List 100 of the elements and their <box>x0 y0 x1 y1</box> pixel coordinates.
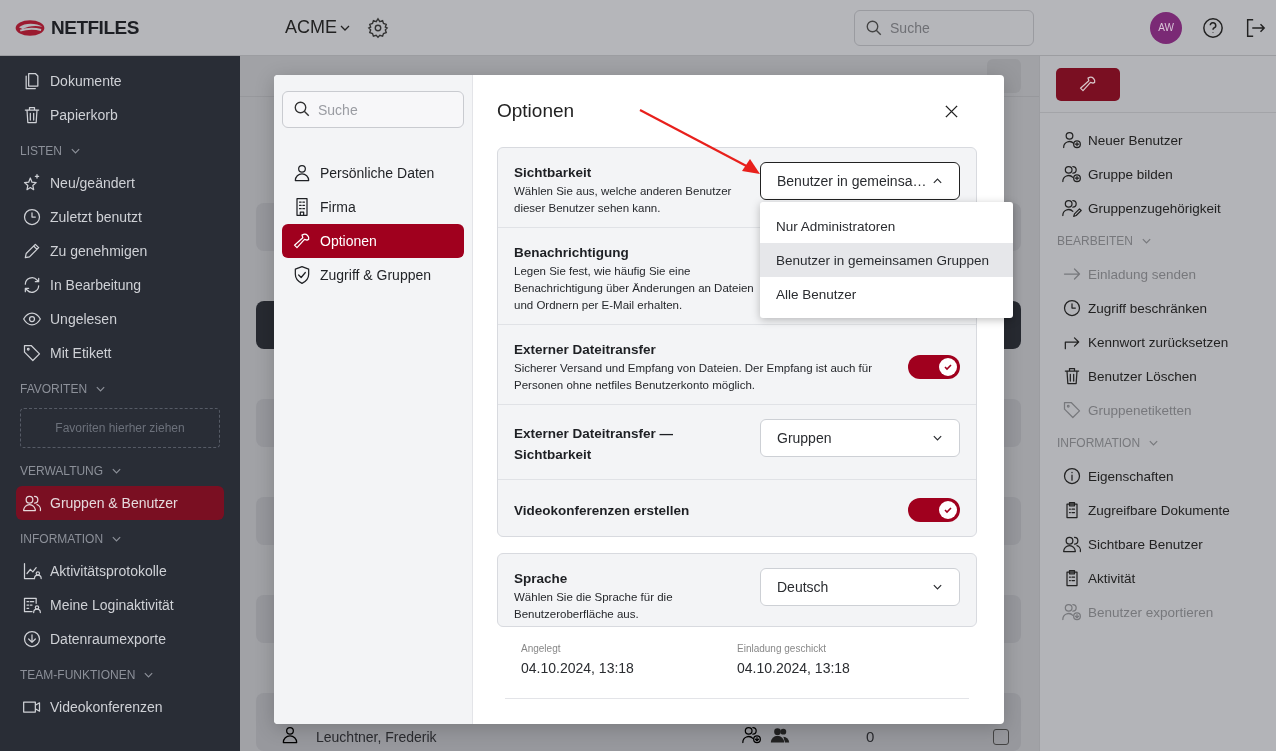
chevron-down-icon <box>932 583 943 591</box>
action-icon <box>1062 298 1082 318</box>
section-heading: FAVORITEN <box>20 382 88 396</box>
logo-icon <box>15 18 45 37</box>
dropdown-option[interactable]: Alle Benutzer <box>760 277 1013 311</box>
favorites-dropzone: Favoriten hierher ziehen <box>20 408 220 448</box>
action-item[interactable]: Zugreifbare Dokumente <box>1062 493 1276 527</box>
row-checkbox[interactable] <box>993 729 1009 745</box>
sidebar-item[interactable]: Videokonferenzen <box>16 690 224 724</box>
chevron-down-icon <box>932 434 943 442</box>
sidebar-icon <box>22 207 42 227</box>
user-avatar[interactable]: AW <box>1150 11 1182 44</box>
user-name: Leuchtner, Frederik <box>316 729 438 745</box>
sidebar-icon <box>22 173 42 193</box>
action-icon <box>1062 130 1082 150</box>
dialog-title: Optionen <box>497 100 575 122</box>
sidebar-icon <box>22 241 42 261</box>
action-icon <box>1062 164 1082 184</box>
row-count: 0 <box>866 728 876 745</box>
sidebar-item[interactable]: In Bearbeitung <box>16 268 224 302</box>
search-field[interactable]: Suche <box>282 91 464 128</box>
setting-description: Wählen Sie die Sprache für die Benutzeroberfläche aus. <box>514 590 674 622</box>
sidebar-icon <box>22 629 42 649</box>
meta-value: 04.10.2024, 13:18 <box>521 660 635 676</box>
meta-value: 04.10.2024, 13:18 <box>737 660 851 676</box>
sidebar-icon <box>22 275 42 295</box>
sidebar-item[interactable]: Papierkorb <box>16 98 224 132</box>
chevron-down-icon <box>70 147 81 155</box>
action-icon <box>1062 602 1082 622</box>
section-heading: LISTEN <box>20 144 62 158</box>
search-icon <box>293 100 311 118</box>
action-item[interactable]: Gruppe bilden <box>1062 157 1276 191</box>
logo-text: NETFILES <box>51 16 139 39</box>
setting-label: Benachrichtigung <box>514 244 630 262</box>
sidebar-item[interactable]: Datenraumexporte <box>16 622 224 656</box>
close-icon[interactable] <box>944 103 959 119</box>
nav-icon <box>292 265 312 285</box>
dialog-nav-item[interactable]: Persönliche Daten <box>282 156 464 190</box>
sidebar-icon <box>22 105 42 125</box>
search-icon <box>865 18 883 37</box>
action-item[interactable]: Benutzer Löschen <box>1062 359 1276 393</box>
section-heading: TEAM-FUNKTIONEN <box>20 668 136 682</box>
chevron-down-icon <box>111 467 123 475</box>
wrench-icon <box>1078 74 1098 94</box>
sidebar-icon <box>22 595 42 615</box>
sidebar-item[interactable]: Ungelesen <box>16 302 224 336</box>
workspace-dropdown[interactable]: ACME <box>285 17 351 38</box>
chevron-down-icon <box>95 385 107 393</box>
toggle-switch[interactable] <box>908 498 960 522</box>
sidebar-item[interactable]: Meine Loginaktivität <box>16 588 224 622</box>
action-item[interactable]: Neuer Benutzer <box>1062 123 1276 157</box>
action-item[interactable]: Gruppenzugehörigkeit <box>1062 191 1276 225</box>
chevron-down-icon <box>1141 237 1153 245</box>
help-icon[interactable] <box>1202 16 1224 39</box>
action-item[interactable]: Zugriff beschränken <box>1062 291 1276 325</box>
sidebar-item[interactable]: Neu/geändert <box>16 166 224 200</box>
section-heading: BEARBEITEN <box>1057 234 1134 248</box>
toggle-switch[interactable] <box>908 354 960 379</box>
chevron-down-icon <box>143 671 155 679</box>
meta-label: Einladung geschickt <box>737 643 827 654</box>
action-icon <box>1062 466 1082 486</box>
section-heading: INFORMATION <box>20 532 104 546</box>
dialog-nav-item[interactable]: Optionen <box>282 224 464 258</box>
sidebar-item[interactable]: Zuletzt benutzt <box>16 200 224 234</box>
sidebar-item[interactable]: Gruppen & Benutzer <box>16 486 224 520</box>
nav-icon <box>292 231 312 251</box>
select-dropdown[interactable]: Deutsch <box>760 568 960 606</box>
settings-icon[interactable] <box>367 16 389 39</box>
sidebar-item[interactable]: Mit Etikett <box>16 336 224 370</box>
action-item[interactable]: Aktivität <box>1062 561 1276 595</box>
group-icon <box>742 725 762 745</box>
check-icon <box>942 504 954 516</box>
tools-button[interactable] <box>1056 67 1120 101</box>
action-icon <box>1062 198 1082 218</box>
action-item[interactable]: Kennwort zurücksetzen <box>1062 325 1276 359</box>
sidebar-item[interactable]: Aktivitätsprotokolle <box>16 554 224 588</box>
sidebar-icon <box>22 343 42 363</box>
action-item[interactable]: Sichtbare Benutzer <box>1062 527 1276 561</box>
setting-label: Externer Dateitransfer — Sichtbarkeit <box>514 425 675 464</box>
search-field[interactable]: Suche <box>854 9 1034 46</box>
select-dropdown[interactable]: Gruppen <box>760 419 960 457</box>
logout-icon[interactable] <box>1244 16 1266 39</box>
setting-label: Videokonferenzen erstellen <box>514 501 690 520</box>
dialog-nav-item[interactable]: Firma <box>282 190 464 224</box>
action-item[interactable]: Eigenschaften <box>1062 459 1276 493</box>
setting-label: Sprache <box>514 570 569 588</box>
chevron-down-icon <box>111 535 123 543</box>
meta-label: Angelegt <box>521 643 562 654</box>
sidebar-icon <box>22 493 42 513</box>
chevron-down-icon <box>339 23 351 32</box>
sidebar-item[interactable]: Zu genehmigen <box>16 234 224 268</box>
sidebar-icon <box>22 561 42 581</box>
dialog-nav-item[interactable]: Zugriff & Gruppen <box>282 258 464 292</box>
dropdown-option[interactable]: Benutzer in gemeinsamen Gruppen <box>760 243 1013 277</box>
dropdown-option[interactable]: Nur Administratoren <box>760 209 1013 243</box>
action-icon <box>1062 400 1082 420</box>
chevron-down-icon <box>1148 439 1160 447</box>
select-dropdown[interactable]: Benutzer in gemeinsa… <box>760 162 960 200</box>
section-heading: VERWALTUNG <box>20 464 104 478</box>
sidebar-item[interactable]: Dokumente <box>16 64 224 98</box>
